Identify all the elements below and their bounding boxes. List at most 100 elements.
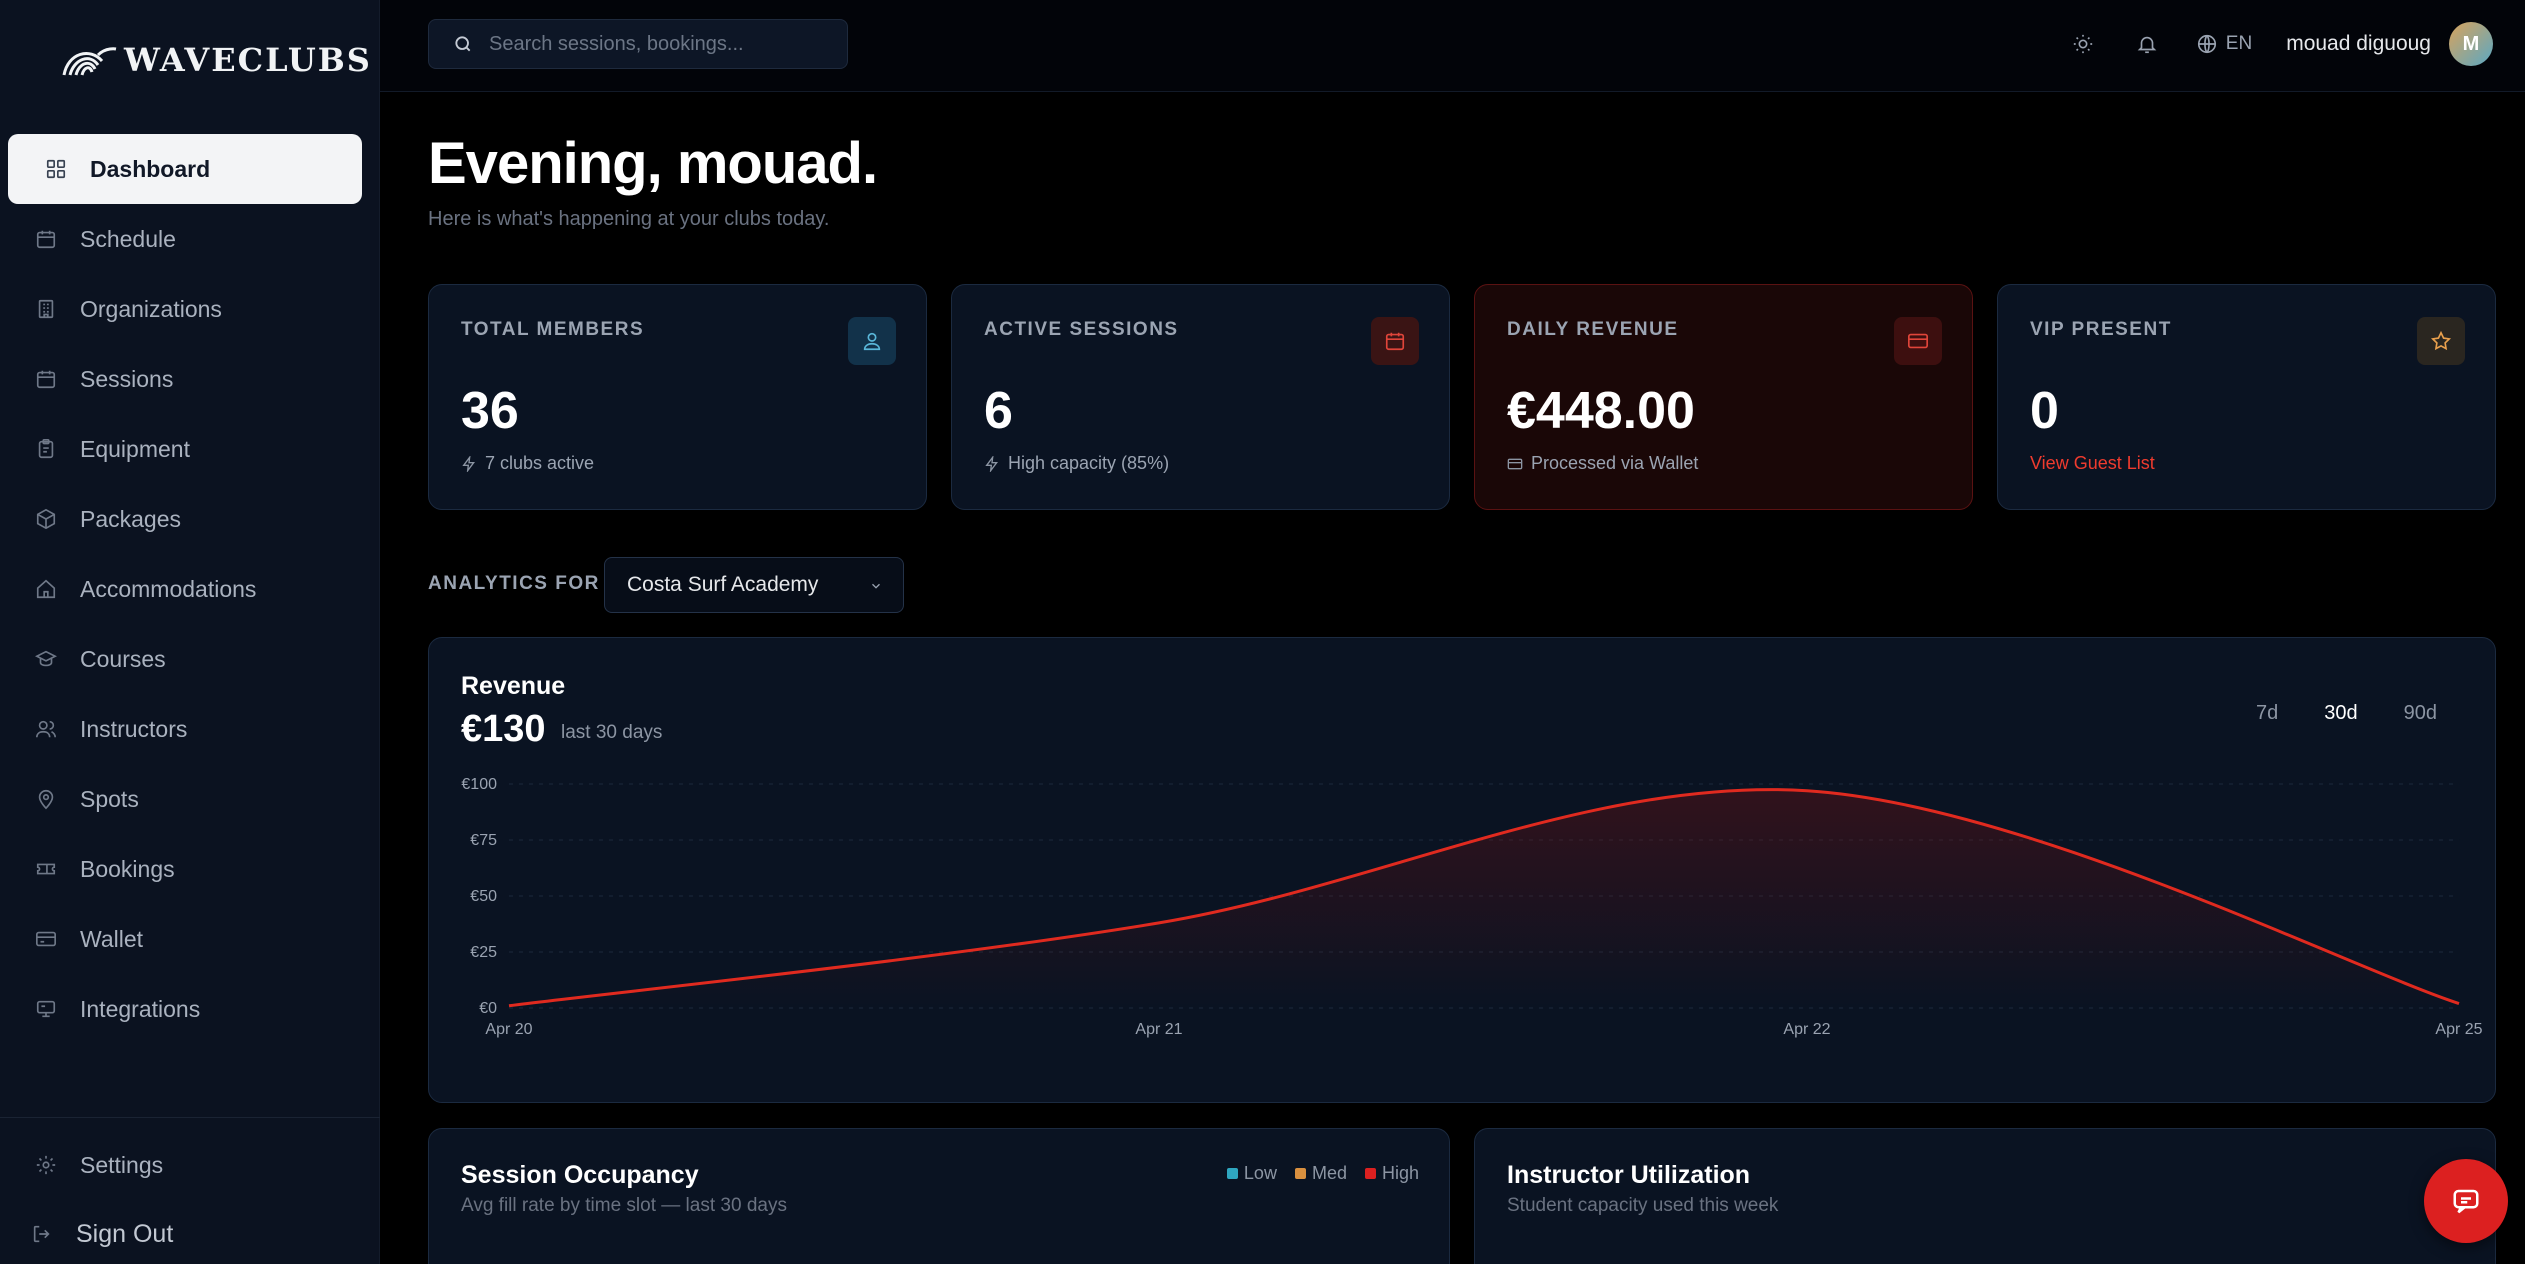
x-tick-label: Apr 25 — [2435, 1021, 2482, 1038]
range-tab-7d[interactable]: 7d — [2238, 694, 2296, 733]
x-tick-label: Apr 20 — [485, 1021, 532, 1038]
sidebar-item-dashboard[interactable]: Dashboard — [8, 134, 362, 204]
stat-value: 36 — [461, 382, 519, 440]
page-title: Evening, mouad. — [428, 131, 878, 196]
sidebar-item-instructors[interactable]: Instructors — [0, 694, 380, 764]
notifications-button[interactable] — [2132, 29, 2162, 59]
sidebar-item-courses[interactable]: Courses — [0, 624, 380, 694]
stat-label: ACTIVE SESSIONS — [984, 319, 1179, 340]
stats-cards: TOTAL MEMBERS 36 7 clubs active ACTIVE S… — [428, 284, 2496, 510]
brand-logo[interactable]: WAVECLUBS — [62, 40, 372, 80]
sun-icon — [2073, 34, 2092, 54]
search-icon — [455, 36, 471, 52]
revenue-area — [509, 789, 2459, 1008]
stat-sub-text: Processed via Wallet — [1531, 453, 1699, 473]
stat-sub-text: High capacity (85%) — [1008, 453, 1170, 473]
map-pin-icon — [34, 787, 58, 811]
users-icon — [848, 317, 896, 365]
page-subtitle: Here is what's happening at your clubs t… — [428, 208, 830, 230]
sign-out-button[interactable]: Sign Out — [0, 1199, 380, 1264]
search-input[interactable] — [489, 32, 829, 56]
club-select-value: Costa Surf Academy — [627, 573, 819, 596]
revenue-title: Revenue — [461, 672, 566, 700]
x-tick-label: Apr 21 — [1135, 1021, 1182, 1038]
sidebar-item-bookings[interactable]: Bookings — [0, 834, 380, 904]
stat-card-total-members[interactable]: TOTAL MEMBERS 36 7 clubs active — [428, 284, 927, 510]
ticket-icon — [34, 857, 58, 881]
language-selector[interactable]: EN — [2196, 33, 2252, 55]
sidebar-item-settings[interactable]: Settings — [0, 1130, 380, 1200]
avatar[interactable]: M — [2449, 22, 2493, 66]
chat-icon — [2453, 1189, 2479, 1214]
grid-icon — [44, 157, 68, 181]
stat-value: €448.00 — [1507, 382, 1695, 440]
sidebar-item-accommodations[interactable]: Accommodations — [0, 554, 380, 624]
chat-button[interactable] — [2424, 1159, 2508, 1243]
y-tick-label: €50 — [470, 888, 497, 905]
star-icon — [2417, 317, 2465, 365]
top-bar-actions: EN mouad diguoug M — [2068, 20, 2493, 68]
revenue-total: €130 — [461, 708, 546, 750]
stat-label: TOTAL MEMBERS — [461, 319, 645, 340]
stat-sub: High capacity (85%) — [984, 453, 1169, 474]
brand-name: WAVECLUBS — [124, 41, 372, 79]
stat-card-active-sessions[interactable]: ACTIVE SESSIONS 6 High capacity (85%) — [951, 284, 1450, 510]
x-tick-label: Apr 22 — [1783, 1021, 1830, 1038]
instructor-utilization-panel: Instructor Utilization Student capacity … — [1474, 1128, 2496, 1264]
theme-toggle-button[interactable] — [2068, 29, 2098, 59]
sidebar-item-label: Courses — [80, 645, 166, 672]
revenue-period: last 30 days — [561, 722, 663, 743]
sidebar-item-packages[interactable]: Packages — [0, 484, 380, 554]
calendar-icon — [34, 227, 58, 251]
sidebar-item-integrations[interactable]: Integrations — [0, 974, 380, 1044]
sidebar-item-spots[interactable]: Spots — [0, 764, 380, 834]
building-icon — [34, 297, 58, 321]
wave-logo-icon — [62, 47, 117, 76]
top-bar: EN mouad diguoug M — [380, 0, 2525, 92]
sidebar-item-schedule[interactable]: Schedule — [0, 204, 380, 274]
session-occupancy-panel: Session Occupancy Avg fill rate by time … — [428, 1128, 1450, 1264]
sidebar-item-wallet[interactable]: Wallet — [0, 904, 380, 974]
legend-low: Low — [1226, 1163, 1277, 1184]
range-tab-90d[interactable]: 90d — [2386, 694, 2455, 733]
view-guest-list-link[interactable]: View Guest List — [2030, 453, 2155, 474]
sidebar-item-equipment[interactable]: Equipment — [0, 414, 380, 484]
sidebar-item-organizations[interactable]: Organizations — [0, 274, 380, 344]
package-icon — [34, 507, 58, 531]
stat-sub-text: 7 clubs active — [485, 453, 595, 473]
revenue-panel: Revenue €130 last 30 days 7d 30d 90d €0 €… — [428, 637, 2496, 1103]
stat-card-vip-present[interactable]: VIP PRESENT 0 View Guest List — [1997, 284, 2496, 510]
log-out-icon — [30, 1222, 54, 1246]
revenue-chart: €0 €25 €50 €75 €100 Apr 20 Apr 21 Apr 22 Apr 25 — [461, 776, 2482, 1038]
sidebar-item-sessions[interactable]: Sessions — [0, 344, 380, 414]
sidebar: WAVECLUBS Dashboard Schedule Organizatio… — [0, 0, 380, 1264]
credit-card-icon — [1507, 458, 1523, 469]
sidebar-divider — [0, 1117, 380, 1118]
stat-label: VIP PRESENT — [2030, 319, 2172, 340]
legend-med: Med — [1294, 1163, 1347, 1184]
sidebar-item-label: Spots — [80, 785, 139, 812]
user-name[interactable]: mouad diguoug — [2286, 32, 2431, 56]
range-tab-30d[interactable]: 30d — [2306, 694, 2375, 733]
graduation-cap-icon — [34, 647, 58, 671]
stat-value: 0 — [2030, 382, 2059, 440]
sidebar-item-label: Settings — [80, 1151, 164, 1178]
language-label: EN — [2225, 33, 2253, 54]
lightning-icon — [985, 455, 998, 472]
chart-y-ticks: €0 €25 €50 €75 €100 — [461, 776, 497, 1017]
stat-value: 6 — [984, 382, 1013, 440]
analytics-label: ANALYTICS FOR — [428, 573, 600, 594]
users-icon — [34, 717, 58, 741]
gear-icon — [34, 1153, 58, 1177]
search-box[interactable] — [428, 19, 848, 69]
lightning-icon — [462, 455, 475, 472]
avatar-initial: M — [2462, 32, 2480, 55]
sidebar-item-label: Wallet — [80, 925, 144, 952]
sidebar-item-label: Packages — [80, 505, 182, 532]
utilization-subtitle: Student capacity used this week — [1507, 1195, 1779, 1216]
stat-card-daily-revenue[interactable]: DAILY REVENUE €448.00 Processed via Wall… — [1474, 284, 1973, 510]
club-select[interactable]: Costa Surf Academy — [604, 557, 904, 613]
sidebar-item-label: Instructors — [80, 715, 188, 742]
sidebar-item-label: Dashboard — [90, 155, 211, 182]
y-tick-label: €0 — [479, 1000, 497, 1017]
